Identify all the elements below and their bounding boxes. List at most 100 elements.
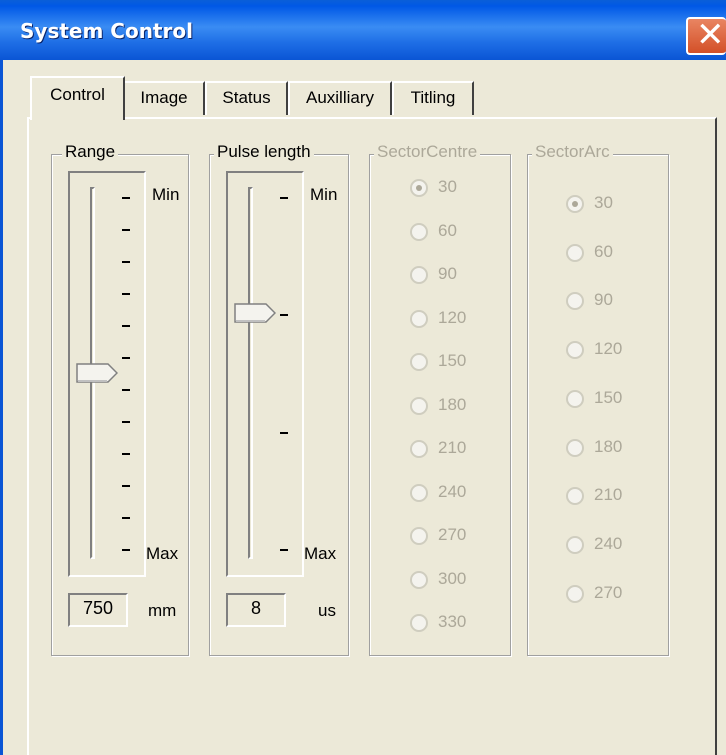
pulse-length-slider-thumb[interactable]: [234, 303, 276, 323]
slider-tick: [122, 197, 130, 199]
slider-tick: [280, 431, 288, 434]
range-unit: mm: [148, 601, 177, 620]
tab-control[interactable]: Control: [30, 76, 125, 120]
range-value: 750: [68, 593, 128, 627]
radio-label: 120: [438, 307, 467, 327]
radio-button[interactable]: [410, 483, 428, 502]
radio-label: 30: [594, 193, 613, 212]
radio-label: 240: [594, 533, 623, 553]
radio-button[interactable]: [410, 179, 428, 197]
sector-arc-option-240[interactable]: 240: [566, 534, 726, 558]
tab-titling[interactable]: Titling: [392, 81, 474, 115]
sector-centre-group: SectorCentre 30 60 90 120 150 180 210 240 270 300…: [369, 142, 511, 656]
slider-tick: [122, 453, 130, 455]
sector-arc-option-270[interactable]: 270: [566, 583, 726, 607]
radio-button[interactable]: [566, 243, 584, 262]
radio-label: 120: [594, 339, 623, 359]
radio-label: 270: [438, 525, 467, 544]
close-icon: ✕: [696, 15, 725, 55]
slider-tick: [122, 325, 130, 327]
radio-label: 30: [438, 177, 457, 196]
window-title: System Control: [20, 19, 193, 43]
pulse-length-slider-track: [248, 187, 253, 559]
sector-arc-group: SectorArc 30 60 90 120 150 180 210 240 270: [527, 142, 669, 656]
radio-label: 90: [594, 290, 613, 310]
system-control-window: System Control ✕ Control Image Status Au…: [0, 0, 726, 755]
tab-status[interactable]: Status: [205, 81, 288, 115]
sector-arc-title: SectorArc: [532, 142, 613, 162]
tab-label: Image: [140, 88, 188, 107]
radio-label: 150: [438, 351, 467, 370]
radio-button[interactable]: [410, 570, 428, 589]
radio-label: 60: [594, 241, 613, 261]
radio-button[interactable]: [410, 353, 428, 371]
slider-tick: [122, 389, 130, 391]
tab-image[interactable]: Image: [123, 81, 205, 115]
pulse-length-unit: us: [318, 601, 336, 620]
radio-label: 150: [594, 387, 623, 407]
radio-button[interactable]: [566, 487, 584, 506]
tab-label: Auxilliary: [305, 88, 375, 107]
sector-arc-option-120[interactable]: 120: [566, 339, 726, 363]
pulse-length-value: 8: [226, 593, 286, 627]
radio-button[interactable]: [410, 614, 428, 632]
radio-button[interactable]: [566, 195, 584, 213]
range-max-label: Max: [146, 544, 179, 563]
radio-label: 60: [438, 220, 457, 240]
slider-tick: [280, 314, 288, 317]
radio-label: 180: [438, 394, 467, 414]
radio-button[interactable]: [410, 440, 428, 458]
slider-tick: [122, 421, 130, 423]
radio-button[interactable]: [410, 222, 428, 241]
slider-tick: [280, 549, 288, 551]
slider-tick: [122, 357, 130, 359]
close-button[interactable]: ✕: [686, 15, 726, 55]
tab-label: Control: [50, 85, 105, 104]
radio-label: 210: [438, 438, 467, 457]
radio-label: 180: [594, 436, 623, 456]
radio-button[interactable]: [566, 584, 584, 603]
range-min-label: Min: [152, 185, 180, 204]
range-title: Range: [62, 142, 119, 162]
range-slider-thumb[interactable]: [76, 363, 118, 383]
slider-tick: [122, 485, 130, 487]
radio-button[interactable]: [410, 309, 428, 328]
radio-button[interactable]: [410, 527, 428, 545]
pulse-length-title: Pulse length: [214, 142, 314, 162]
radio-button[interactable]: [566, 292, 584, 311]
radio-button[interactable]: [410, 266, 428, 284]
range-group: Range Min Max 750 mm: [51, 142, 189, 656]
sector-arc-option-150[interactable]: 150: [566, 388, 726, 412]
pulse-length-max-label: Max: [304, 544, 337, 563]
sector-centre-title: SectorCentre: [374, 142, 481, 162]
slider-tick: [122, 549, 130, 551]
slider-tick: [122, 261, 130, 263]
radio-label: 300: [438, 568, 467, 588]
slider-tick: [280, 197, 288, 199]
slider-tick: [122, 229, 130, 231]
sector-arc-option-210[interactable]: 210: [566, 485, 726, 509]
tab-label: Titling: [410, 88, 456, 107]
radio-label: 90: [438, 264, 457, 283]
title-bar[interactable]: System Control ✕: [0, 0, 726, 60]
sector-arc-option-30[interactable]: 30: [566, 193, 726, 217]
radio-button[interactable]: [566, 389, 584, 408]
radio-button[interactable]: [566, 341, 584, 360]
radio-label: 330: [438, 612, 467, 631]
sector-arc-option-180[interactable]: 180: [566, 437, 726, 461]
window-border: [0, 60, 3, 755]
slider-tick: [122, 293, 130, 295]
tab-label: Status: [222, 88, 271, 107]
radio-button[interactable]: [566, 535, 584, 554]
radio-button[interactable]: [566, 438, 584, 457]
slider-tick: [122, 517, 130, 519]
sector-arc-option-90[interactable]: 90: [566, 290, 726, 314]
sector-arc-option-60[interactable]: 60: [566, 242, 726, 266]
radio-button[interactable]: [410, 396, 428, 415]
pulse-length-min-label: Min: [310, 185, 338, 204]
radio-label: 240: [438, 481, 467, 501]
radio-label: 210: [594, 485, 623, 505]
tab-auxilliary[interactable]: Auxilliary: [288, 81, 392, 115]
pulse-length-slider[interactable]: [226, 171, 304, 577]
range-slider[interactable]: [68, 171, 146, 577]
